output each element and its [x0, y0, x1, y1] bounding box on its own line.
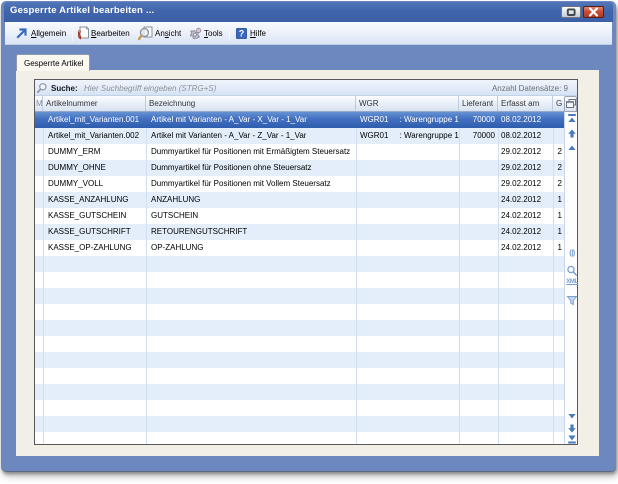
svg-text:?: ?: [239, 29, 245, 39]
